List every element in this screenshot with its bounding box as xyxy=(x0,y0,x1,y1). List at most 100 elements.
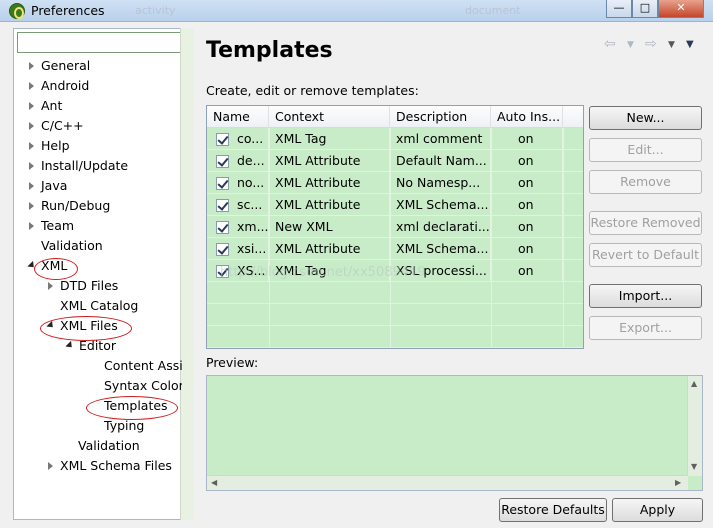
cell-text: XML Schema... xyxy=(396,241,489,256)
enable-checkbox[interactable] xyxy=(216,221,229,234)
filter-input[interactable] xyxy=(17,32,183,53)
background-tab: document xyxy=(465,4,521,17)
tree-item-label: Validation xyxy=(41,238,103,253)
red-annotation-circle xyxy=(34,258,78,280)
cell-text: on xyxy=(518,153,534,168)
tree-item-label: Team xyxy=(41,218,75,233)
back-arrow-icon[interactable]: ⇦ xyxy=(604,36,616,52)
collapsed-arrow-icon[interactable] xyxy=(28,61,36,71)
close-button[interactable]: ✕ xyxy=(658,0,704,18)
tree-item-label: Content Assist xyxy=(104,358,182,373)
minimize-button[interactable]: — xyxy=(606,0,632,18)
scroll-right-icon[interactable]: ▶ xyxy=(675,478,681,487)
collapsed-arrow-icon[interactable] xyxy=(28,181,36,191)
tree-item-label: Android xyxy=(41,78,90,93)
collapsed-arrow-icon[interactable] xyxy=(47,281,55,291)
preview-textarea[interactable]: ▲ ▼ ◀ ▶ xyxy=(206,375,703,491)
cell-text: Default Nam... xyxy=(396,153,487,168)
column-header-auto-insert[interactable]: Auto Ins... xyxy=(491,106,563,128)
templates-description: Create, edit or remove templates: xyxy=(206,83,419,98)
export-button[interactable]: Export... xyxy=(589,316,702,340)
template-name: de... xyxy=(237,153,265,168)
restore-defaults-button[interactable]: Restore Defaults xyxy=(499,498,607,522)
cell-auto-insert: on xyxy=(491,150,563,172)
red-annotation-circle xyxy=(86,396,178,420)
preview-label: Preview: xyxy=(206,355,259,370)
column-header-description[interactable]: Description xyxy=(390,106,491,128)
empty-table-row xyxy=(207,326,583,348)
cell-text: XML Attribute xyxy=(275,153,361,168)
collapsed-arrow-icon[interactable] xyxy=(28,161,36,171)
maximize-button[interactable]: □ xyxy=(632,0,658,18)
cell-context: XML Attribute xyxy=(269,150,390,172)
cell-context: New XML xyxy=(269,216,390,238)
cell-text: on xyxy=(518,219,534,234)
cell-text: on xyxy=(518,241,534,256)
enable-checkbox[interactable] xyxy=(216,155,229,168)
cell-name: xm... xyxy=(207,216,269,238)
template-name: xm... xyxy=(237,219,269,234)
import-button[interactable]: Import... xyxy=(589,284,702,308)
remove-button[interactable]: Remove xyxy=(589,170,702,194)
eclipse-icon xyxy=(9,3,25,19)
cell-context: XML Tag xyxy=(269,128,390,150)
cell-description: xml comment xyxy=(390,128,491,150)
expanded-arrow-icon[interactable] xyxy=(66,341,74,351)
enable-checkbox[interactable] xyxy=(216,243,229,256)
scroll-down-icon[interactable]: ▼ xyxy=(691,462,697,471)
cell-text: XML Tag xyxy=(275,131,327,146)
collapsed-arrow-icon[interactable] xyxy=(47,461,55,471)
cell-name: co... xyxy=(207,128,269,150)
collapsed-arrow-icon[interactable] xyxy=(28,101,36,111)
new-button[interactable]: New... xyxy=(589,106,702,130)
restore-removed-button[interactable]: Restore Removed xyxy=(589,211,702,235)
table-row[interactable]: de... XML Attribute Default Nam... on xyxy=(207,150,583,172)
cell-auto-insert: on xyxy=(491,216,563,238)
tree-item-label: Java xyxy=(41,178,68,193)
scroll-left-icon[interactable]: ◀ xyxy=(211,478,217,487)
table-row[interactable]: co... XML Tag xml comment on xyxy=(207,128,583,150)
column-header-context[interactable]: Context xyxy=(269,106,390,128)
collapsed-arrow-icon[interactable] xyxy=(28,141,36,151)
tree-scrollbar[interactable] xyxy=(180,28,194,520)
table-row[interactable]: xm... New XML xml declarati... on xyxy=(207,216,583,238)
preview-horizontal-scrollbar[interactable]: ◀ ▶ xyxy=(207,475,688,490)
table-row[interactable]: xsi... XML Attribute XML Schema... on xyxy=(207,238,583,260)
view-menu-icon[interactable]: ▼ xyxy=(686,39,694,50)
cell-auto-insert: on xyxy=(491,238,563,260)
collapsed-arrow-icon[interactable] xyxy=(28,81,36,91)
cell-name: sc... xyxy=(207,194,269,216)
cell-auto-insert: on xyxy=(491,128,563,150)
cell-auto-insert: on xyxy=(491,260,563,282)
tree-item-label: General xyxy=(41,58,91,73)
template-name: co... xyxy=(237,131,264,146)
cell-name: de... xyxy=(207,150,269,172)
enable-checkbox[interactable] xyxy=(216,133,229,146)
table-row[interactable]: sc... XML Attribute XML Schema... on xyxy=(207,194,583,216)
tree-item-label: C/C++ xyxy=(41,118,84,133)
column-header-name[interactable]: Name xyxy=(207,106,269,128)
enable-checkbox[interactable] xyxy=(216,199,229,212)
forward-arrow-icon[interactable]: ⇨ xyxy=(645,36,657,52)
tree-item-label: Help xyxy=(41,138,70,153)
edit-button[interactable]: Edit... xyxy=(589,138,702,162)
cell-text: XML Attribute xyxy=(275,197,361,212)
chevron-down-icon[interactable]: ▼ xyxy=(627,40,634,50)
watermark: http://blog.csdn.net/xx5089449 xyxy=(220,265,426,280)
templates-table: Name Context Description Auto Ins... co.… xyxy=(206,105,584,349)
enable-checkbox[interactable] xyxy=(216,177,229,190)
cell-text: on xyxy=(518,131,534,146)
collapsed-arrow-icon[interactable] xyxy=(28,221,36,231)
cell-name: no... xyxy=(207,172,269,194)
empty-table-row xyxy=(207,304,583,326)
revert-to-default-button[interactable]: Revert to Default xyxy=(589,243,702,267)
apply-button[interactable]: Apply xyxy=(612,498,703,522)
scroll-up-icon[interactable]: ▲ xyxy=(691,379,697,388)
chevron-down-icon[interactable]: ▼ xyxy=(668,40,675,50)
collapsed-arrow-icon[interactable] xyxy=(28,201,36,211)
preview-vertical-scrollbar[interactable]: ▲ ▼ xyxy=(687,376,702,476)
tree-item-label: XML Catalog xyxy=(60,298,139,313)
table-row[interactable]: no... XML Attribute No Namesp... on xyxy=(207,172,583,194)
collapsed-arrow-icon[interactable] xyxy=(28,121,36,131)
red-annotation-circle xyxy=(40,316,132,341)
